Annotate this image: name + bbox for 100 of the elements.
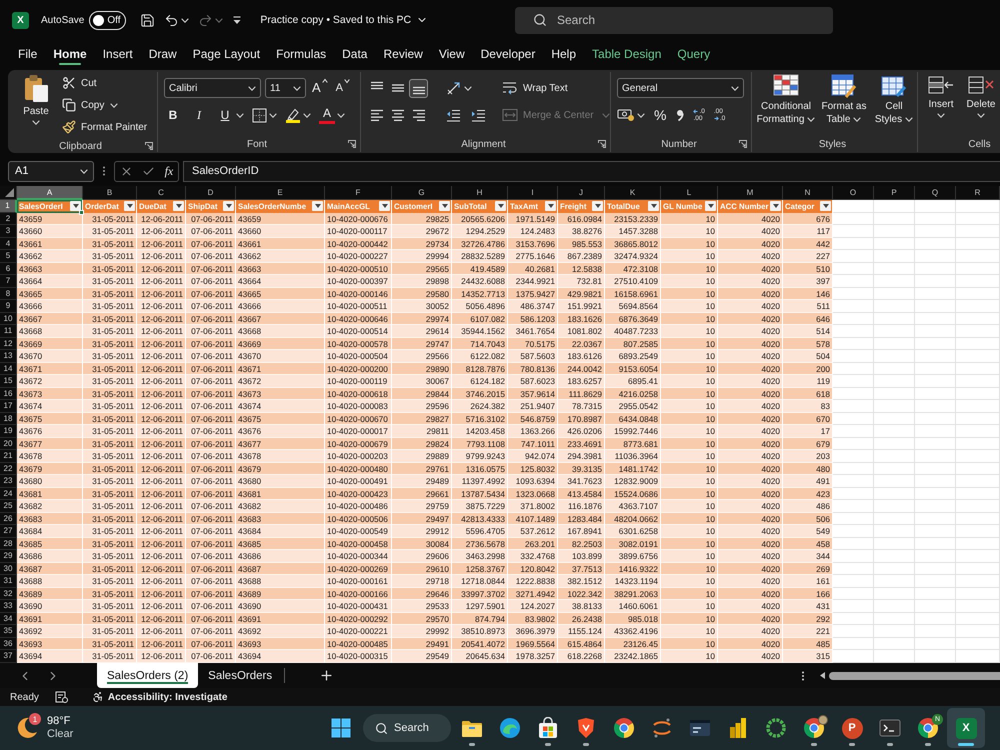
cancel-icon[interactable] — [120, 164, 133, 178]
column-header[interactable]: Q — [915, 186, 956, 200]
enter-icon[interactable] — [142, 164, 156, 178]
row-header[interactable]: 8 — [0, 288, 17, 300]
row-header[interactable]: 10 — [0, 312, 17, 325]
column-header[interactable]: F — [325, 186, 392, 200]
align-bottom-button[interactable] — [409, 78, 428, 98]
accessibility-status[interactable]: Accessibility: Investigate — [108, 692, 228, 702]
row-header[interactable]: 14 — [0, 362, 17, 375]
column-header[interactable]: P — [874, 186, 915, 200]
shrink-font-button[interactable]: A — [334, 78, 352, 98]
dialog-launcher-icon[interactable] — [145, 142, 153, 150]
row-header[interactable]: 9 — [0, 300, 17, 312]
scrollbar-thumb[interactable] — [829, 672, 1000, 680]
row-header[interactable]: 15 — [0, 375, 17, 388]
menu-tab[interactable]: Table Design — [592, 42, 662, 66]
bold-button[interactable]: B — [164, 105, 182, 125]
row-header[interactable]: 13 — [0, 350, 17, 362]
column-header[interactable]: B — [83, 186, 137, 200]
menu-tab[interactable]: Insert — [102, 42, 133, 66]
row-header[interactable]: 3 — [0, 225, 17, 238]
row-header[interactable]: 31 — [0, 575, 17, 588]
menu-tab[interactable]: Data — [342, 42, 368, 66]
taskbar-search-button[interactable]: Search — [363, 714, 451, 742]
row-header[interactable]: 34 — [0, 612, 17, 625]
column-header[interactable]: O — [833, 186, 874, 200]
dialog-launcher-icon[interactable] — [348, 140, 356, 148]
menu-tab[interactable]: Formulas — [276, 42, 326, 66]
row-header[interactable]: 7 — [0, 275, 17, 288]
row-header[interactable]: 22 — [0, 462, 17, 475]
filter-button[interactable] — [173, 201, 184, 212]
highlighter-icon[interactable] — [285, 107, 301, 123]
formula-input[interactable]: SalesOrderID — [183, 160, 1000, 182]
redo-icon[interactable] — [198, 12, 214, 28]
row-header[interactable]: 1 — [0, 200, 17, 212]
increase-indent-icon[interactable] — [471, 108, 486, 122]
undo-icon[interactable] — [164, 12, 180, 28]
insert-function-button[interactable]: fx — [164, 164, 174, 178]
row-header[interactable]: 20 — [0, 438, 17, 450]
menu-tab[interactable]: Review — [383, 42, 423, 66]
percent-button[interactable]: % — [652, 105, 668, 125]
filter-button[interactable] — [124, 201, 135, 212]
row-header[interactable]: 19 — [0, 425, 17, 438]
row-header[interactable]: 16 — [0, 388, 17, 400]
menu-tab[interactable]: Query — [677, 42, 710, 66]
row-header[interactable]: 29 — [0, 550, 17, 562]
row-header[interactable]: 18 — [0, 412, 17, 425]
comma-style-icon[interactable] — [675, 108, 686, 122]
format-as-table-button[interactable]: Format as Table — [818, 72, 870, 136]
number-format-dropdown[interactable]: General — [617, 78, 744, 98]
column-header[interactable]: A — [17, 186, 83, 200]
menu-tab[interactable]: File — [18, 42, 38, 66]
column-header[interactable]: E — [236, 186, 325, 200]
row-header[interactable]: 12 — [0, 338, 17, 350]
borders-icon[interactable] — [252, 108, 267, 122]
row-header[interactable]: 17 — [0, 400, 17, 412]
column-header[interactable]: N — [783, 186, 833, 200]
dialog-launcher-icon[interactable] — [739, 140, 747, 148]
column-header[interactable]: L — [661, 186, 718, 200]
format-painter-button[interactable]: Format Painter — [62, 117, 148, 137]
row-header[interactable]: 2 — [0, 212, 17, 225]
font-name-dropdown[interactable]: Calibri — [164, 78, 261, 98]
fill-handle[interactable] — [79, 210, 84, 214]
add-sheet-icon[interactable] — [319, 668, 334, 683]
decrease-indent-icon[interactable] — [446, 108, 461, 122]
filter-button[interactable] — [379, 201, 390, 212]
weather-temperature[interactable]: 98°F — [47, 715, 74, 728]
copy-button[interactable]: Copy — [62, 95, 104, 115]
font-size-dropdown[interactable]: 11 — [265, 78, 306, 98]
row-header[interactable]: 6 — [0, 262, 17, 275]
row-header[interactable]: 36 — [0, 638, 17, 650]
name-box[interactable]: A1 — [8, 160, 94, 182]
row-header[interactable]: 26 — [0, 512, 17, 525]
conditional-formatting-button[interactable]: Conditional Formatting — [756, 72, 816, 136]
column-header[interactable]: J — [558, 186, 605, 200]
cell-styles-button[interactable]: Cell Styles — [872, 72, 916, 136]
row-header[interactable]: 4 — [0, 238, 17, 250]
menu-tab[interactable]: View — [438, 42, 465, 66]
italic-button[interactable]: I — [190, 105, 208, 125]
search-field[interactable]: Search — [515, 6, 833, 34]
filter-button[interactable] — [223, 201, 234, 212]
font-color-button[interactable]: A — [319, 106, 335, 124]
column-header[interactable]: G — [392, 186, 452, 200]
wrap-text-button[interactable]: Wrap Text — [502, 78, 568, 98]
dialog-launcher-icon[interactable] — [598, 140, 606, 148]
filter-button[interactable] — [70, 201, 81, 212]
row-header[interactable]: 30 — [0, 562, 17, 575]
currency-icon[interactable] — [617, 108, 635, 122]
filter-button[interactable] — [545, 201, 556, 212]
filter-button[interactable] — [820, 201, 831, 212]
select-all-icon[interactable] — [5, 188, 14, 197]
filter-button[interactable] — [312, 201, 323, 212]
column-header[interactable]: M — [718, 186, 783, 200]
row-header[interactable]: 23 — [0, 475, 17, 488]
row-header[interactable]: 27 — [0, 525, 17, 538]
sheet-tab[interactable]: SalesOrders — [198, 663, 282, 688]
insert-cells-button[interactable]: Insert — [922, 72, 960, 136]
filter-button[interactable] — [439, 201, 450, 212]
delete-cells-button[interactable]: Delete — [962, 72, 1000, 136]
row-header[interactable]: 25 — [0, 500, 17, 512]
